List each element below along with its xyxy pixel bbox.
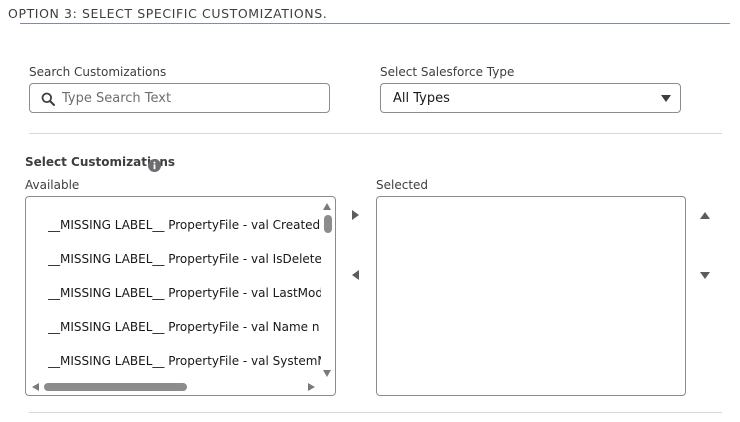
move-to-available-button[interactable] [348,268,364,284]
available-label: Available [25,178,80,192]
horizontal-scrollbar-thumb[interactable] [44,383,187,391]
move-up-button[interactable] [698,208,714,224]
section-rule [20,23,730,24]
search-icon [41,92,55,106]
selected-listbox[interactable] [376,196,686,396]
info-icon[interactable] [148,159,161,172]
arrow-right-icon [352,210,359,220]
search-label: Search Customizations [29,65,167,79]
scroll-down-arrow[interactable] [323,370,331,377]
divider-top [29,133,722,134]
list-item[interactable]: __MISSING LABEL__ PropertyFile - val Nam… [48,320,321,334]
chevron-down-icon [661,95,671,102]
arrow-left-icon [352,270,359,280]
salesforce-type-select[interactable]: All Types [380,83,681,113]
list-item[interactable]: __MISSING LABEL__ PropertyFile - val IsD… [48,252,321,266]
move-to-selected-button[interactable] [348,208,364,224]
available-listbox[interactable]: __MISSING LABEL__ PropertyFile - val Cre… [25,196,336,396]
type-select-value: All Types [393,91,450,106]
list-item[interactable]: __MISSING LABEL__ PropertyFile - val Las… [48,286,321,300]
search-field[interactable] [29,83,330,113]
type-select-label: Select Salesforce Type [380,65,515,79]
divider-bottom [29,412,722,413]
list-item[interactable]: __MISSING LABEL__ PropertyFile - val Cre… [48,218,321,232]
move-down-button[interactable] [698,268,714,284]
vertical-scrollbar-thumb[interactable] [324,215,332,233]
section-title: OPTION 3: SELECT SPECIFIC CUSTOMIZATIONS… [8,6,328,21]
list-item[interactable]: __MISSING LABEL__ PropertyFile - val Sys… [48,354,321,368]
arrow-down-icon [700,272,710,279]
search-input[interactable] [62,84,322,112]
scroll-left-arrow[interactable] [32,383,39,391]
selected-label: Selected [376,178,429,192]
scroll-right-arrow[interactable] [308,383,315,391]
scroll-up-arrow[interactable] [323,203,331,210]
arrow-up-icon [700,212,710,219]
